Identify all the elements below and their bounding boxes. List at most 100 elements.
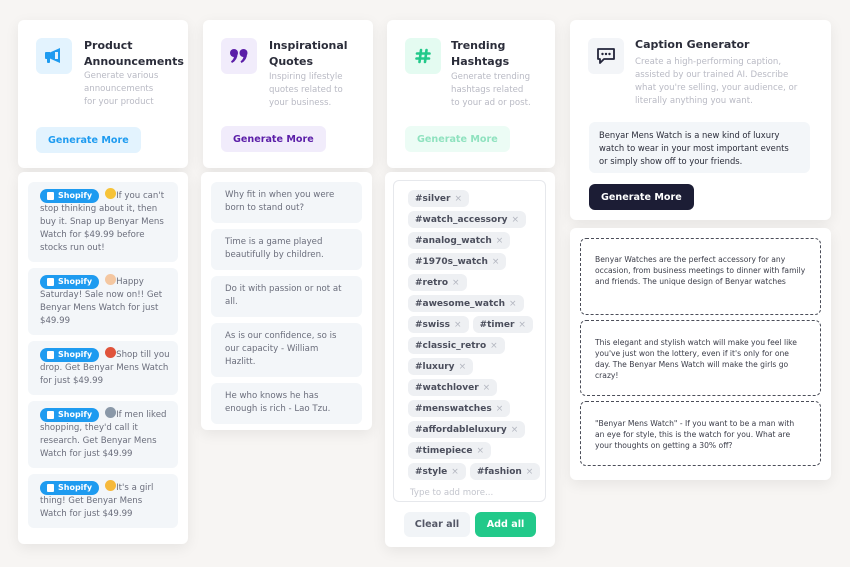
hashtag-chip: #watch_accessory ×	[408, 211, 527, 228]
desc-line: for your product	[84, 97, 154, 107]
shopify-badge: Shopify	[40, 347, 100, 362]
badge-label: Shopify	[58, 350, 93, 359]
hashtag-chip: #menswatches ×	[408, 400, 511, 417]
quote-item[interactable]: He who knows he has enough is rich - Lao…	[211, 383, 362, 424]
inspirational-quotes-card: Inspirational Quotes Inspiring lifestyle…	[203, 20, 373, 168]
hashtag-chip: #style ×	[408, 463, 466, 480]
girl-face-emoji-icon	[105, 480, 117, 491]
badge-label: Shopify	[58, 410, 93, 419]
badge-label: Shopify	[58, 483, 93, 492]
card-title: Trending Hashtags	[451, 38, 509, 70]
hashtag-icon-box	[405, 38, 441, 74]
dancer-emoji-icon	[105, 347, 117, 358]
title-line: Quotes	[269, 55, 314, 68]
hashtag-chip: #silver ×	[408, 190, 470, 207]
hashtag-chip: #luxury ×	[408, 358, 474, 375]
shopify-bag-icon	[47, 350, 54, 359]
desc-line: what you're selling, your audience, or	[635, 83, 798, 93]
desc-line: Create a high-performing caption,	[635, 57, 782, 67]
generate-more-button[interactable]: Generate More	[589, 184, 694, 210]
card-title: Caption Generator	[635, 38, 750, 51]
shopify-bag-icon	[47, 410, 54, 419]
add-tag-input[interactable]: Type to add more...	[408, 488, 545, 498]
shopify-badge: Shopify	[40, 188, 100, 203]
announcement-item[interactable]: Shopify Shop till you drop. Get Benyar Me…	[28, 341, 178, 395]
shopify-badge: Shopify	[40, 274, 100, 289]
hashtag-chip: #watchlover ×	[408, 379, 498, 396]
title-line: Hashtags	[451, 55, 510, 68]
desc-line: literally anything you want.	[635, 96, 753, 106]
desc-line: assisted by our trained AI. Describe	[635, 70, 789, 80]
product-announcements-card: Product Announcements Generate various a…	[18, 20, 188, 168]
thinking-face-emoji-icon	[105, 188, 117, 199]
announcements-list: Shopify If you can't stop thinking about …	[18, 172, 188, 544]
shopify-badge: Shopify	[40, 480, 100, 495]
desc-line: your business.	[269, 98, 332, 108]
hashtag-chip: #timer ×	[472, 316, 533, 333]
add-all-button[interactable]: Add all	[475, 512, 536, 537]
megaphone-icon	[45, 48, 60, 63]
quote-item[interactable]: Do it with passion or not at all.	[211, 276, 362, 317]
generate-more-button[interactable]: Generate More	[221, 126, 326, 152]
card-description: Generate various announcements for your …	[84, 70, 158, 109]
title-line: Product	[84, 39, 133, 52]
trending-hashtags-card: Trending Hashtags Generate trending hash…	[387, 20, 555, 168]
generate-more-button[interactable]: Generate More	[405, 126, 510, 152]
card-title: Product Announcements	[84, 38, 184, 70]
card-description: Generate trending hashtags related to yo…	[451, 71, 531, 110]
title-line: Announcements	[84, 55, 184, 68]
card-description: Inspiring lifestyle quotes related to yo…	[269, 71, 343, 110]
captions-panel: Benyar Watches are the perfect accessory…	[570, 228, 831, 480]
title-line: Inspirational	[269, 39, 348, 52]
desc-line: to your ad or post.	[451, 98, 531, 108]
announcement-item[interactable]: Shopify If you can't stop thinking about …	[28, 182, 178, 262]
hashtags-panel: #silver × #watch_accessory × #analog_watch × #…	[385, 172, 555, 547]
announcement-item[interactable]: Shopify If men liked shopping, they'd cal…	[28, 401, 178, 468]
caption-result[interactable]: This elegant and stylish watch will make…	[580, 320, 821, 396]
hashtag-chip: #fashion ×	[469, 463, 541, 480]
product-description-input[interactable]: Benyar Mens Watch is a new kind of luxur…	[589, 122, 810, 173]
waving-hand-emoji-icon	[105, 274, 117, 285]
announcement-item[interactable]: Shopify It's a girl thing! Get Benyar Men…	[28, 474, 178, 528]
hashtag-chip: #swiss ×	[408, 316, 469, 333]
megaphone-icon-box	[36, 38, 72, 74]
hashtag-chip: #affordableluxury ×	[408, 421, 526, 438]
card-description: Create a high-performing caption, assist…	[635, 56, 797, 108]
desc-line: Generate various	[84, 71, 159, 81]
hashtag-chip: #retro ×	[408, 274, 467, 291]
caption-result[interactable]: Benyar Watches are the perfect accessory…	[580, 238, 821, 315]
quote-item[interactable]: Time is a game played beautifully by chi…	[211, 229, 362, 270]
desc-line: quotes related to	[269, 85, 343, 95]
clear-all-button[interactable]: Clear all	[404, 512, 470, 537]
shopify-bag-icon	[47, 277, 54, 286]
desc-line: Generate trending	[451, 72, 531, 82]
hashtag-chip: #classic_retro ×	[408, 337, 505, 354]
tag-list: #silver × #watch_accessory × #analog_watch × #…	[408, 190, 545, 484]
title-line: Trending	[451, 39, 506, 52]
microscope-emoji-icon	[105, 407, 117, 418]
hashtag-chip: #analog_watch ×	[408, 232, 511, 249]
caption-generator-card: Caption Generator Create a high-performi…	[570, 20, 831, 220]
quote-item[interactable]: As is our confidence, so is our capacity…	[211, 323, 362, 377]
quote-icon-box	[221, 38, 257, 74]
shopify-badge: Shopify	[40, 407, 100, 422]
generate-more-button[interactable]: Generate More	[36, 127, 141, 153]
caption-result[interactable]: "Benyar Mens Watch" - If you want to be …	[580, 401, 821, 466]
hashtag-chip: #1970s_watch ×	[408, 253, 507, 270]
badge-label: Shopify	[58, 277, 93, 286]
shopify-bag-icon	[47, 191, 54, 200]
quote-item[interactable]: Why fit in when you were born to stand o…	[211, 182, 362, 223]
chat-icon-box	[588, 38, 624, 74]
chat-bubble-icon	[597, 48, 615, 64]
hashtag-input-box[interactable]: #silver × #watch_accessory × #analog_watch × #…	[393, 180, 546, 502]
announcement-item[interactable]: Shopify Happy Saturday! Sale now on!! Get…	[28, 268, 178, 335]
quote-icon	[230, 49, 248, 63]
card-title: Inspirational Quotes	[269, 38, 348, 70]
hashtag-chip: #awesome_watch ×	[408, 295, 524, 312]
quotes-list: Why fit in when you were born to stand o…	[201, 172, 372, 430]
hashtag-icon	[415, 48, 431, 64]
desc-line: Inspiring lifestyle	[269, 72, 343, 82]
badge-label: Shopify	[58, 191, 93, 200]
desc-line: hashtags related	[451, 85, 524, 95]
announcements-container: Shopify If you can't stop thinking about …	[28, 182, 178, 528]
